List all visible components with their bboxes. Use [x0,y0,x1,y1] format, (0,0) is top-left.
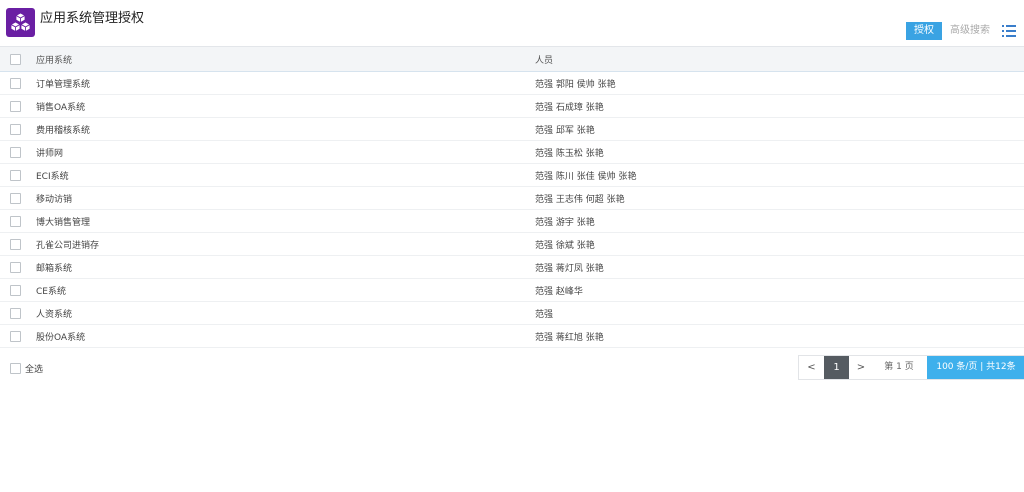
people-cell: 范强 蒋红旭 张艳 [535,333,604,343]
column-header-system[interactable]: 应用系统 [36,53,72,66]
table-body: 订单管理系统 范强 郭阳 侯帅 张艳 销售OA系统 范强 石成璋 张艳 费用稽核系统 范强… [0,72,1024,348]
row-checkbox[interactable] [10,124,21,135]
row-checkbox[interactable] [10,331,21,342]
people-cell: 范强 [535,310,554,320]
table-footer: 全选 < 1 > 第 1 页 100 条/页 | 共12条 [0,355,1024,381]
authorization-table: 应用系统 人员 订单管理系统 范强 郭阳 侯帅 张艳销售OA系统 范强 石成璋 张艳… [0,46,1024,348]
system-name-cell: 邮箱系统 [36,264,73,274]
row-checkbox[interactable] [10,262,21,273]
header-checkbox[interactable] [10,54,21,65]
table-row[interactable]: 邮箱系统 范强 蒋灯凤 张艳 [0,256,1024,279]
page-header: 应用系统管理授权 授权 高级搜索 [0,0,1024,46]
cubes-icon [6,8,35,37]
row-checkbox[interactable] [10,101,21,112]
system-name-cell: 股份OA系统 [36,333,86,343]
row-checkbox[interactable] [10,193,21,204]
system-name-cell: 人资系统 [36,310,73,320]
page-indicator: 第 1 页 [884,362,914,372]
select-all-checkbox[interactable] [10,363,21,374]
table-row[interactable]: 销售OA系统 范强 石成璋 张艳 [0,95,1024,118]
table-row[interactable]: 订单管理系统 范强 郭阳 侯帅 张艳 [0,72,1024,95]
people-cell: 范强 陈玉松 张艳 [535,149,604,159]
pagination: < 1 > 第 1 页 100 条/页 | 共12条 [798,355,1024,380]
table-row[interactable]: ECI系统 范强 陈川 张佳 侯帅 张艳 [0,164,1024,187]
system-name-cell: ECI系统 [36,172,69,182]
system-name-cell: 费用稽核系统 [36,126,91,136]
list-icon[interactable] [1002,25,1016,37]
advanced-search-button[interactable]: 高级搜索 [948,22,992,40]
people-cell: 范强 赵峰华 [535,287,583,297]
next-page-button[interactable]: > [850,356,872,379]
table-row[interactable]: 费用稽核系统 范强 邱军 张艳 [0,118,1024,141]
people-cell: 范强 石成璋 张艳 [535,103,604,113]
table-row[interactable]: 讲师网 范强 陈玉松 张艳 [0,141,1024,164]
people-cell: 范强 邱军 张艳 [535,126,595,136]
column-header-people[interactable]: 人员 [535,53,553,66]
system-name-cell: 移动访销 [36,195,73,205]
row-checkbox[interactable] [10,285,21,296]
page-size-selector[interactable]: 100 条/页 | 共12条 [927,356,1024,379]
page-title: 应用系统管理授权 [40,11,145,26]
select-all-label: 全选 [25,365,44,375]
people-cell: 范强 王志伟 何超 张艳 [535,195,625,205]
table-row[interactable]: CE系统 范强 赵峰华 [0,279,1024,302]
row-checkbox[interactable] [10,147,21,158]
system-name-cell: 订单管理系统 [36,80,91,90]
system-name-cell: CE系统 [36,287,66,297]
people-cell: 范强 陈川 张佳 侯帅 张艳 [535,172,637,182]
row-checkbox[interactable] [10,170,21,181]
authorize-button[interactable]: 授权 [906,22,942,40]
table-row[interactable]: 孔雀公司进销存 范强 徐斌 张艳 [0,233,1024,256]
people-cell: 范强 游宇 张艳 [535,218,595,228]
page-number-current[interactable]: 1 [824,356,849,379]
row-checkbox[interactable] [10,216,21,227]
table-row[interactable]: 博大销售管理 范强 游宇 张艳 [0,210,1024,233]
system-name-cell: 博大销售管理 [36,218,91,228]
people-cell: 范强 蒋灯凤 张艳 [535,264,604,274]
prev-page-button[interactable]: < [799,356,824,379]
row-checkbox[interactable] [10,78,21,89]
table-row[interactable]: 人资系统 范强 [0,302,1024,325]
people-cell: 范强 郭阳 侯帅 张艳 [535,80,616,90]
system-name-cell: 孔雀公司进销存 [36,241,100,251]
table-row[interactable]: 移动访销 范强 王志伟 何超 张艳 [0,187,1024,210]
system-name-cell: 销售OA系统 [36,103,86,113]
table-header: 应用系统 人员 [0,46,1024,72]
row-checkbox[interactable] [10,239,21,250]
table-row[interactable]: 股份OA系统 范强 蒋红旭 张艳 [0,325,1024,348]
people-cell: 范强 徐斌 张艳 [535,241,595,251]
system-name-cell: 讲师网 [36,149,64,159]
row-checkbox[interactable] [10,308,21,319]
